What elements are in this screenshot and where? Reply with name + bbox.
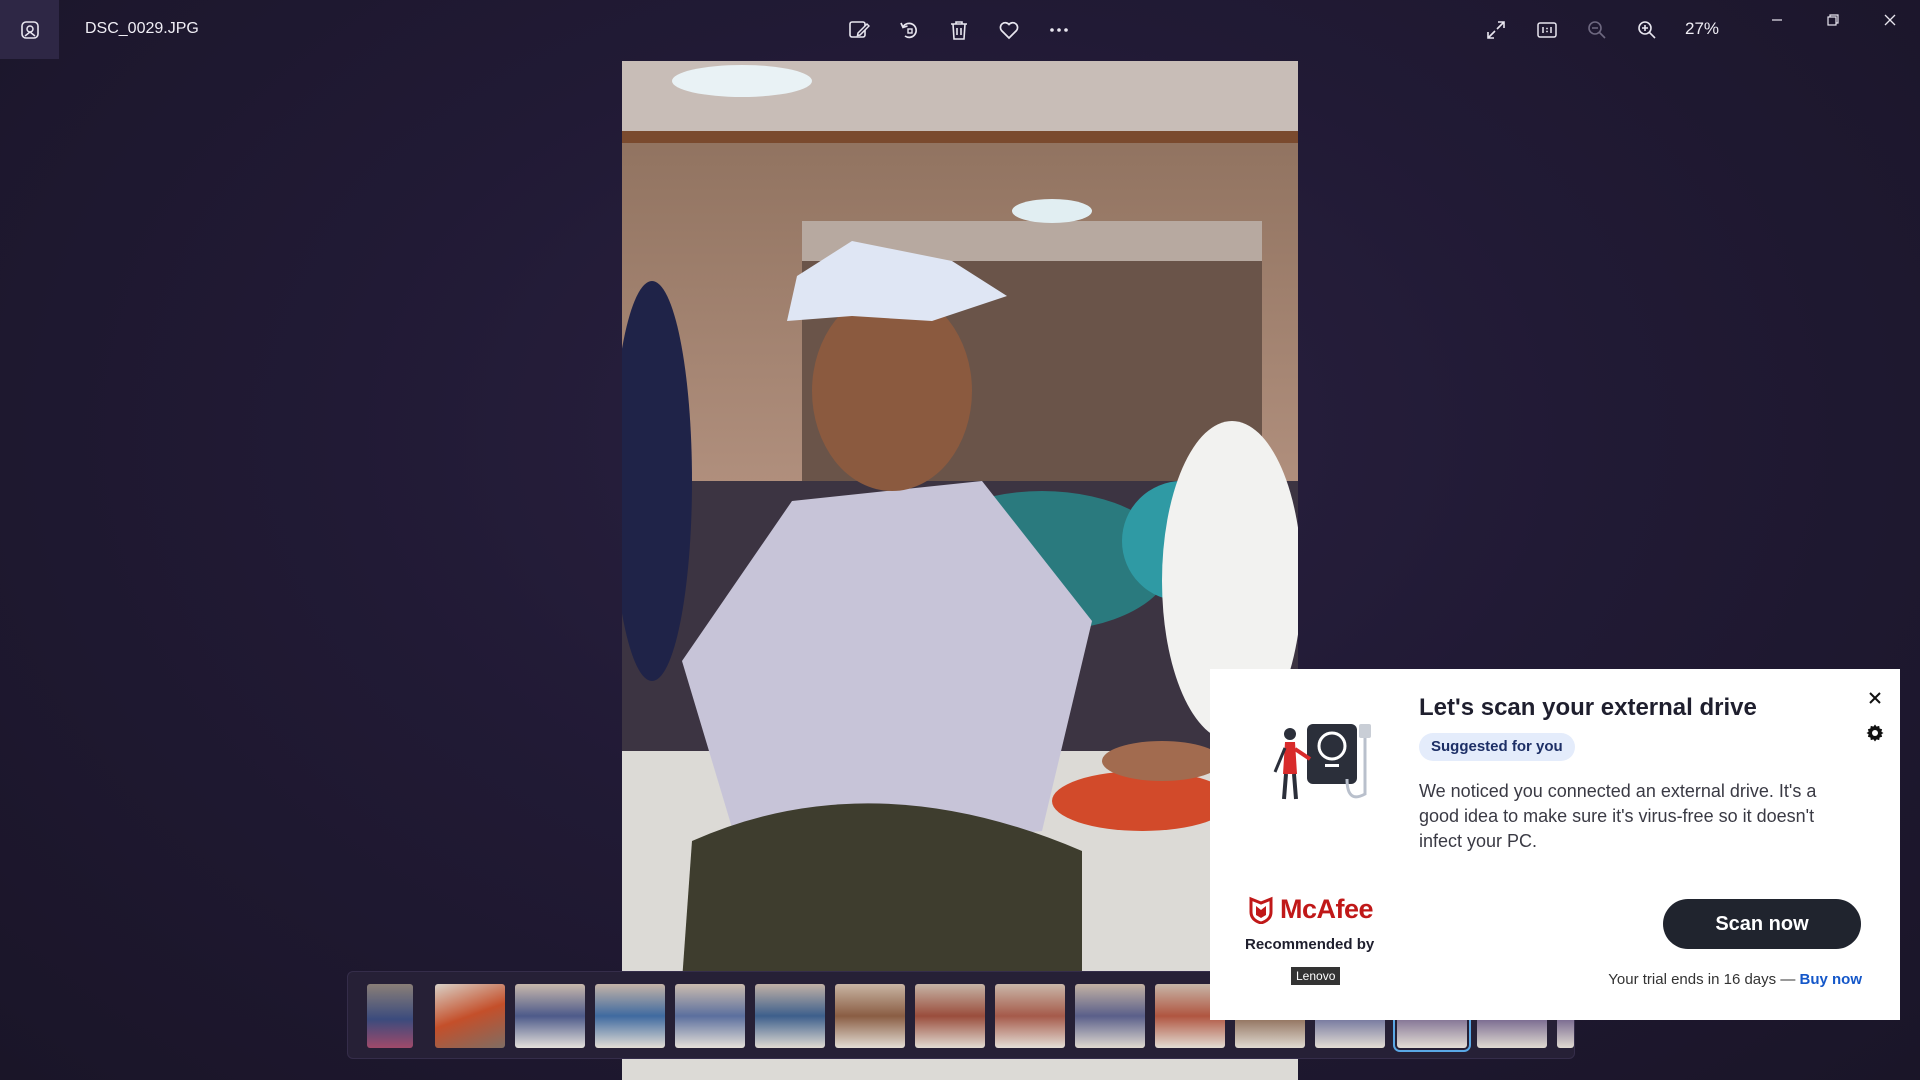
zoom-level[interactable]: 27% [1685, 19, 1719, 39]
file-name: DSC_0029.JPG [85, 20, 199, 37]
scan-now-button[interactable]: Scan now [1663, 899, 1861, 949]
trial-text: Your trial ends in 16 days — [1608, 971, 1796, 988]
external-drive-illustration [1273, 724, 1371, 800]
filmstrip-thumbnail[interactable] [367, 984, 413, 1048]
zoom-in-button[interactable] [1631, 14, 1663, 46]
suggested-badge: Suggested for you [1419, 733, 1575, 761]
minimize-button[interactable] [1757, 6, 1797, 34]
trial-notice: Your trial ends in 16 days — Buy now [1608, 971, 1862, 988]
close-icon [1884, 14, 1896, 26]
popup-close-button[interactable] [1863, 686, 1887, 710]
title-bar: DSC_0029.JPG 27% [0, 0, 1920, 59]
zoom-out-icon [1588, 21, 1606, 39]
minimize-icon [1772, 19, 1782, 21]
mcafee-brand-text: McAfee [1280, 894, 1374, 924]
delete-button[interactable] [943, 14, 975, 46]
filmstrip-thumbnail[interactable] [515, 984, 585, 1048]
filmstrip-thumbnail[interactable] [755, 984, 825, 1048]
edit-image-icon [849, 21, 870, 38]
more-icon [1050, 28, 1068, 32]
mcafee-shield-icon [1249, 896, 1273, 924]
close-window-button[interactable] [1870, 6, 1910, 34]
filmstrip-thumbnail[interactable] [595, 984, 665, 1048]
mcafee-notification: Let's scan your external drive Suggested… [1210, 669, 1900, 1020]
buy-now-link[interactable]: Buy now [1800, 971, 1863, 988]
filmstrip-thumbnail[interactable] [835, 984, 905, 1048]
recommended-by-label: Recommended by [1245, 936, 1375, 953]
rotate-button[interactable] [893, 14, 925, 46]
more-options-button[interactable] [1043, 14, 1075, 46]
favorite-button[interactable] [993, 14, 1025, 46]
edit-image-button[interactable] [843, 14, 875, 46]
popup-description: We noticed you connected an external dri… [1419, 781, 1817, 851]
restore-button[interactable] [1813, 6, 1853, 34]
lenovo-logo: Lenovo [1291, 967, 1341, 985]
fullscreen-button[interactable] [1480, 14, 1512, 46]
restore-icon [1827, 14, 1839, 26]
zoom-in-icon [1638, 21, 1656, 39]
rotate-icon [900, 22, 917, 39]
expand-icon [1487, 21, 1505, 39]
filmstrip-thumbnail[interactable] [915, 984, 985, 1048]
filmstrip-thumbnail[interactable] [1075, 984, 1145, 1048]
popup-title: Let's scan your external drive [1419, 694, 1757, 721]
actual-size-button[interactable] [1531, 14, 1563, 46]
heart-icon [999, 21, 1019, 40]
filmstrip-thumbnail[interactable] [435, 984, 505, 1048]
filmstrip-thumbnail[interactable] [675, 984, 745, 1048]
photos-app-icon[interactable] [0, 0, 59, 59]
zoom-out-button[interactable] [1581, 14, 1613, 46]
gear-icon [1866, 724, 1884, 742]
popup-settings-button[interactable] [1863, 721, 1887, 745]
delete-icon [951, 21, 967, 40]
close-icon [1869, 692, 1881, 704]
main-photo[interactable] [622, 61, 1298, 1080]
actual-size-icon [1537, 22, 1557, 38]
filmstrip-thumbnail[interactable] [995, 984, 1065, 1048]
mcafee-logo: McAfee [1248, 894, 1374, 925]
